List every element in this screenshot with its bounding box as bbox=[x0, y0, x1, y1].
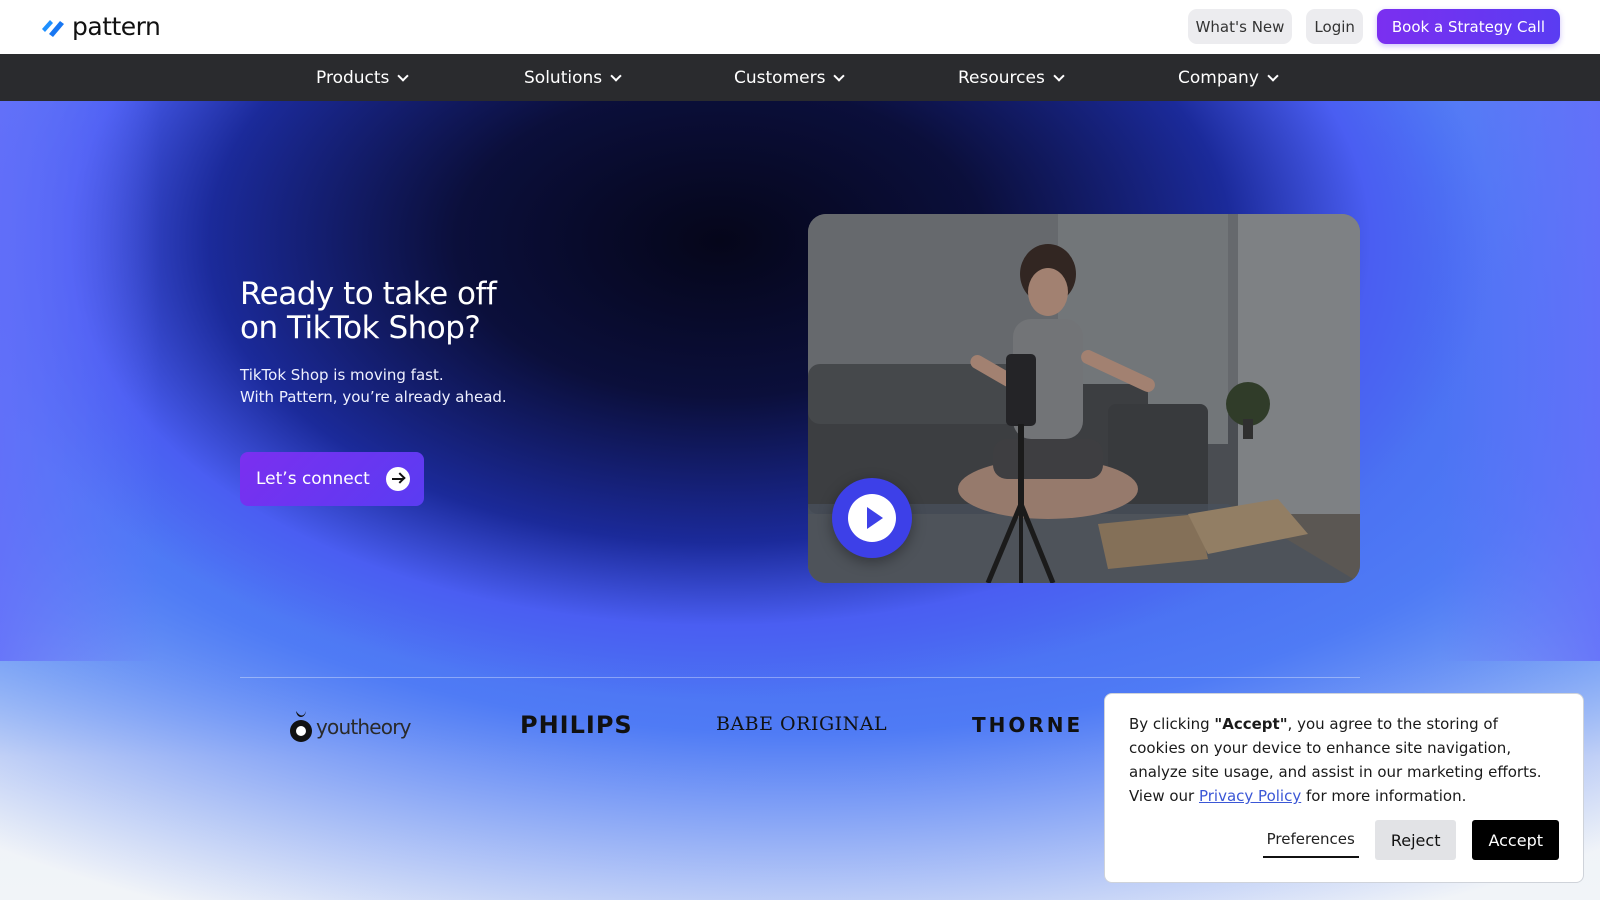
logo-youtheory: youtheory bbox=[288, 709, 411, 745]
main-nav: Products Solutions Customers Resources C… bbox=[0, 54, 1600, 101]
chevron-down-icon bbox=[1267, 69, 1279, 82]
top-header: pattern What's New Login Book a Strategy… bbox=[0, 0, 1600, 54]
nav-label: Company bbox=[1178, 67, 1259, 88]
pattern-logo-icon bbox=[40, 15, 66, 37]
nav-company[interactable]: Company bbox=[1178, 54, 1279, 101]
cookie-message: By clicking "Accept", you agree to the s… bbox=[1129, 712, 1559, 808]
cookie-preferences-button[interactable]: Preferences bbox=[1262, 822, 1359, 858]
logo-philips: PHILIPS bbox=[520, 711, 633, 739]
nav-label: Solutions bbox=[524, 67, 603, 88]
cookie-actions: Preferences Reject Accept bbox=[1262, 820, 1559, 860]
nav-customers[interactable]: Customers bbox=[734, 54, 846, 101]
youtheory-mark-icon bbox=[290, 711, 312, 742]
cookie-accept-word: "Accept" bbox=[1214, 715, 1288, 733]
play-icon bbox=[867, 507, 883, 529]
login-button[interactable]: Login bbox=[1306, 9, 1363, 44]
hero-subtitle-line: With Pattern, you’re already ahead. bbox=[240, 388, 507, 406]
nav-solutions[interactable]: Solutions bbox=[524, 54, 622, 101]
cookie-consent-banner: By clicking "Accept", you agree to the s… bbox=[1104, 693, 1584, 883]
logo-babe-original: BABE ORIGINAL bbox=[716, 713, 888, 735]
chevron-down-icon bbox=[1053, 69, 1065, 82]
cookie-accept-button[interactable]: Accept bbox=[1472, 820, 1559, 860]
nav-products[interactable]: Products bbox=[316, 54, 410, 101]
hero-title: Ready to take off on TikTok Shop? bbox=[240, 277, 660, 345]
lets-connect-label: Let’s connect bbox=[256, 469, 370, 489]
nav-label: Products bbox=[316, 67, 390, 88]
video-thumbnail[interactable] bbox=[808, 214, 1360, 583]
hero-title-line: Ready to take off bbox=[240, 276, 497, 312]
logo-strip-divider bbox=[240, 677, 1360, 678]
nav-resources[interactable]: Resources bbox=[958, 54, 1065, 101]
chevron-down-icon bbox=[833, 69, 846, 82]
privacy-policy-link[interactable]: Privacy Policy bbox=[1199, 787, 1301, 805]
hero-glow-left bbox=[0, 101, 160, 661]
logo-youtheory-text: youtheory bbox=[316, 715, 411, 739]
lets-connect-button[interactable]: Let’s connect bbox=[240, 452, 424, 506]
nav-label: Customers bbox=[734, 67, 826, 88]
pattern-logo[interactable]: pattern bbox=[40, 11, 161, 41]
hero-title-line: on TikTok Shop? bbox=[240, 310, 481, 346]
chevron-down-icon bbox=[610, 69, 622, 82]
book-strategy-call-button[interactable]: Book a Strategy Call bbox=[1376, 9, 1560, 44]
arrow-right-icon bbox=[385, 467, 410, 491]
hero-subtitle-line: TikTok Shop is moving fast. bbox=[240, 366, 444, 384]
whats-new-button[interactable]: What's New bbox=[1187, 9, 1293, 44]
hero-subtitle: TikTok Shop is moving fast. With Pattern… bbox=[240, 364, 660, 408]
header-actions: What's New Login Book a Strategy Call bbox=[1187, 9, 1560, 44]
logo-thorne: THORNE bbox=[972, 713, 1084, 737]
play-icon-circle bbox=[848, 494, 896, 542]
play-button[interactable] bbox=[832, 478, 912, 558]
logo-wordmark: pattern bbox=[72, 11, 161, 41]
cookie-text-part: for more information. bbox=[1301, 787, 1467, 805]
cookie-reject-button[interactable]: Reject bbox=[1374, 820, 1457, 860]
hero-glow-right bbox=[1440, 101, 1600, 661]
chevron-down-icon bbox=[397, 69, 410, 82]
cookie-text-part: By clicking bbox=[1129, 715, 1215, 733]
nav-label: Resources bbox=[958, 67, 1045, 88]
